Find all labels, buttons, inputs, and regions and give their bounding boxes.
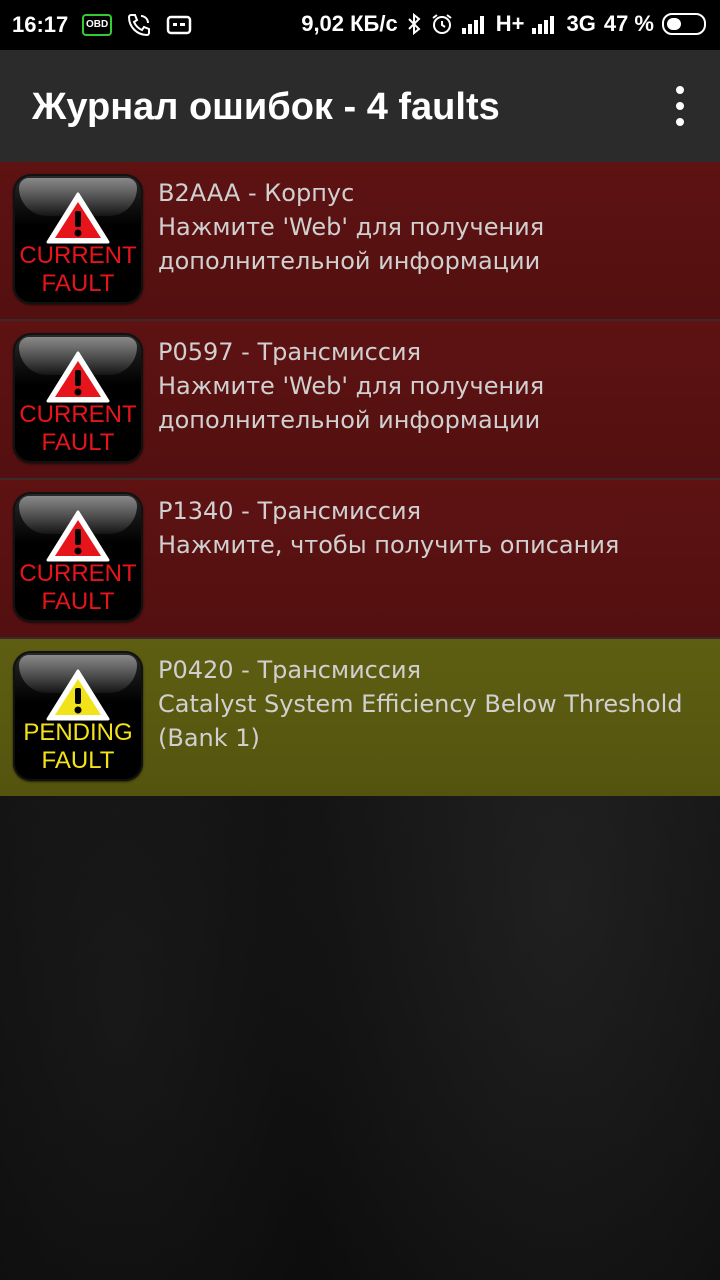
fault-badge: CURRENT FAULT (13, 492, 143, 622)
warning-icon (46, 669, 110, 721)
fault-badge-label: CURRENT FAULT (13, 242, 143, 298)
fault-badge-line1: PENDING (23, 719, 133, 746)
status-left-icons: OBD (82, 12, 192, 38)
fault-list: CURRENT FAULT B2AAA - Корпус Нажмите 'We… (0, 162, 720, 796)
fault-code: B2AAA - Корпус (158, 179, 355, 207)
signal-icon-1 (461, 14, 488, 34)
fault-badge-line1: CURRENT (19, 242, 137, 269)
fault-description: Catalyst System Efficiency Below Thresho… (158, 690, 683, 752)
fault-badge: PENDING FAULT (13, 651, 143, 781)
phone-call-icon (128, 14, 151, 37)
bluetooth-icon (408, 12, 421, 36)
warning-icon (46, 192, 110, 244)
screen-record-icon (166, 15, 192, 35)
fault-badge-label: CURRENT FAULT (13, 560, 143, 616)
warning-icon (46, 510, 110, 562)
fault-badge-line2: FAULT (41, 588, 115, 615)
signal-icon-2 (532, 14, 558, 34)
network-type-1: H+ (495, 11, 525, 36)
fault-badge-line1: CURRENT (19, 560, 137, 587)
fault-badge: CURRENT FAULT (13, 333, 143, 463)
alarm-icon (432, 14, 452, 34)
network-type-2: 3G (566, 11, 596, 36)
status-time: 16:17 (12, 12, 69, 37)
fault-row[interactable]: CURRENT FAULT P0597 - Трансмиссия Нажмит… (0, 321, 720, 480)
fault-description: Нажмите 'Web' для получения дополнительн… (158, 213, 545, 275)
fault-badge-line1: CURRENT (19, 401, 137, 428)
warning-icon (46, 351, 110, 403)
fault-row[interactable]: CURRENT FAULT B2AAA - Корпус Нажмите 'We… (0, 162, 720, 321)
net-speed: 9,02 КБ/с (301, 11, 398, 36)
fault-badge-line2: FAULT (41, 270, 115, 297)
fault-badge: CURRENT FAULT (13, 174, 143, 304)
overflow-menu-icon[interactable] (670, 86, 690, 126)
fault-text: P0597 - Трансмиссия Нажмите 'Web' для по… (158, 335, 708, 437)
fault-badge-line2: FAULT (41, 429, 115, 456)
fault-code: P0597 - Трансмиссия (158, 338, 422, 366)
fault-badge-label: CURRENT FAULT (13, 401, 143, 457)
fault-description: Нажмите 'Web' для получения дополнительн… (158, 372, 545, 434)
fault-text: P0420 - Трансмиссия Catalyst System Effi… (158, 653, 708, 755)
fault-row[interactable]: CURRENT FAULT P1340 - Трансмиссия Нажмит… (0, 480, 720, 639)
fault-row[interactable]: PENDING FAULT P0420 - Трансмиссия Cataly… (0, 639, 720, 796)
fault-code: P0420 - Трансмиссия (158, 656, 422, 684)
page-title: Журнал ошибок - 4 faults (32, 86, 500, 128)
status-bar: 16:17 OBD 9,02 КБ/с H+ 3G 47 % (0, 0, 720, 50)
fault-description: Нажмите, чтобы получить описания (158, 531, 620, 559)
fault-text: B2AAA - Корпус Нажмите 'Web' для получен… (158, 176, 708, 278)
fault-code: P1340 - Трансмиссия (158, 497, 422, 525)
fault-text: P1340 - Трансмиссия Нажмите, чтобы получ… (158, 494, 708, 562)
status-right: 9,02 КБ/с H+ 3G 47 % (301, 11, 706, 37)
fault-badge-line2: FAULT (41, 747, 115, 774)
battery-icon (662, 13, 706, 35)
app-bar: Журнал ошибок - 4 faults (0, 50, 720, 162)
fault-badge-label: PENDING FAULT (13, 719, 143, 775)
obd-icon: OBD (82, 14, 113, 36)
battery-percent: 47 % (603, 11, 654, 36)
